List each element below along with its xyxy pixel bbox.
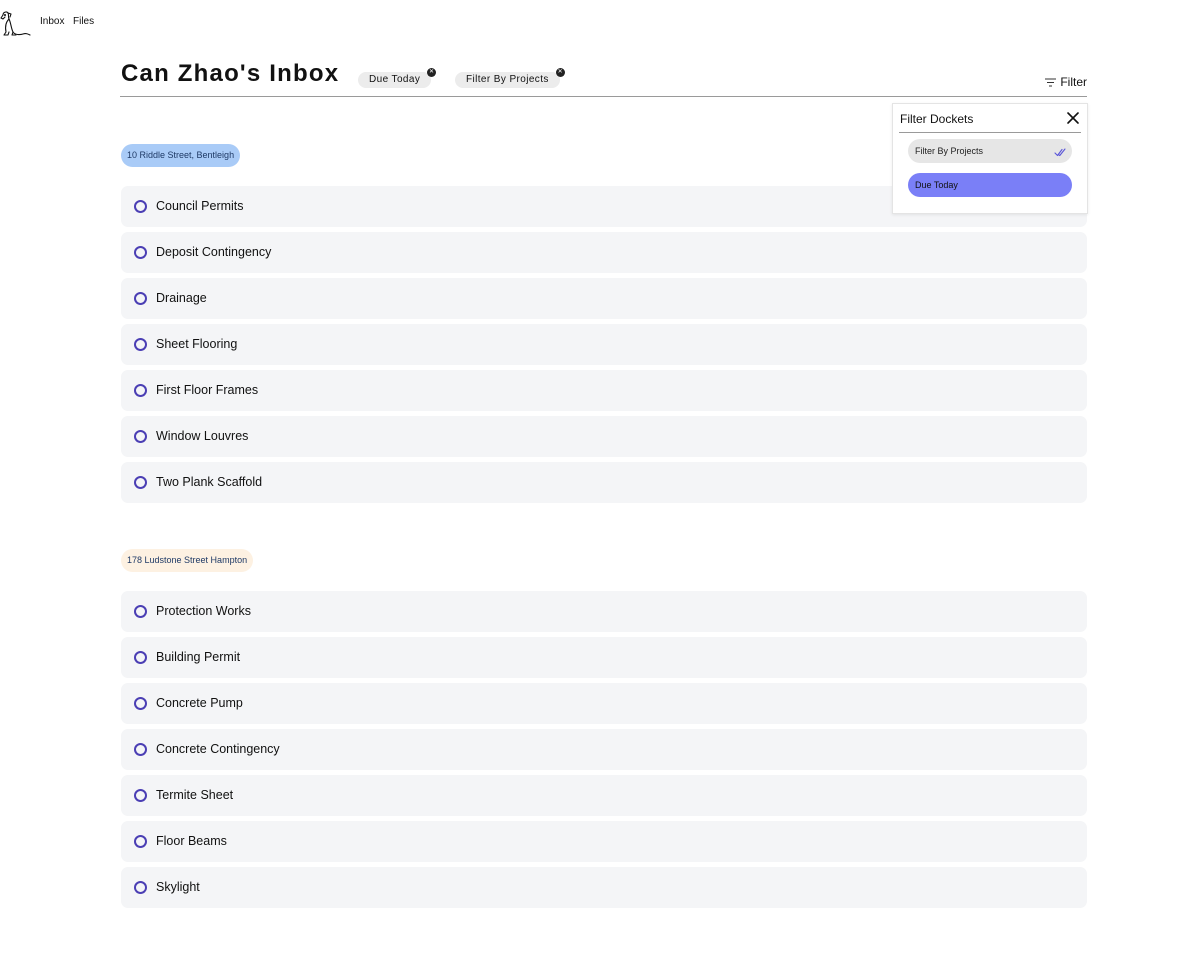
task-checkbox-icon[interactable] [134,697,147,710]
task-row[interactable]: Concrete Contingency [121,729,1087,770]
task-checkbox-icon[interactable] [134,881,147,894]
project-label[interactable]: 178 Ludstone Street Hampton [121,549,254,572]
task-checkbox-icon[interactable] [134,430,147,443]
double-check-icon [1054,144,1066,157]
chip-label: Due Today [369,74,421,85]
task-row[interactable]: Sheet Flooring [121,324,1087,365]
task-checkbox-icon[interactable] [134,743,147,756]
task-checkbox-icon[interactable] [134,338,147,351]
filter-lines-icon [1045,78,1057,86]
option-label: Due Today [915,180,958,190]
task-row[interactable]: Termite Sheet [121,775,1087,816]
task-title: Concrete Contingency [156,742,280,756]
task-title: Building Permit [156,650,241,664]
task-row[interactable]: Concrete Pump [121,683,1087,724]
task-checkbox-icon[interactable] [134,605,147,618]
due-today-chip[interactable]: Due Today ✕ [358,68,437,88]
task-title: Window Louvres [156,429,249,443]
task-title: Two Plank Scaffold [156,475,263,489]
task-title: Termite Sheet [156,788,234,802]
task-title: Drainage [156,291,207,305]
task-title: First Floor Frames [156,383,259,397]
task-checkbox-icon[interactable] [134,476,147,489]
task-row[interactable]: Drainage [121,278,1087,319]
task-checkbox-icon[interactable] [134,200,147,213]
task-list: Protection Works Building Permit Concret… [121,591,1087,913]
task-checkbox-icon[interactable] [134,384,147,397]
page-title: Can Zhao's Inbox [121,60,340,87]
task-list: Council Permits Deposit Contingency Drai… [121,186,1087,508]
nav-files-link[interactable]: Files [73,16,94,27]
task-row[interactable]: Skylight [121,867,1087,908]
task-title: Skylight [156,880,200,894]
task-checkbox-icon[interactable] [134,651,147,664]
remove-chip-icon[interactable]: ✕ [555,68,565,77]
task-title: Concrete Pump [156,696,243,710]
task-row[interactable]: Building Permit [121,637,1087,678]
task-row[interactable]: Two Plank Scaffold [121,462,1087,503]
panel-title: Filter Dockets [900,112,974,126]
option-due-today[interactable]: Due Today [908,173,1072,197]
task-row[interactable]: Deposit Contingency [121,232,1087,273]
chip-label: Filter By Projects [466,74,549,85]
task-checkbox-icon[interactable] [134,835,147,848]
task-checkbox-icon[interactable] [134,789,147,802]
task-row[interactable]: Protection Works [121,591,1087,632]
remove-chip-icon[interactable]: ✕ [427,68,437,77]
task-title: Council Permits [156,199,244,213]
option-filter-by-projects[interactable]: Filter By Projects [908,139,1072,163]
task-row[interactable]: Window Louvres [121,416,1087,457]
filter-dockets-panel: Filter Dockets Filter By Projects Due To… [892,103,1088,214]
filter-label: Filter [1060,75,1087,89]
task-row[interactable]: Floor Beams [121,821,1087,862]
task-title: Deposit Contingency [156,245,272,259]
task-checkbox-icon[interactable] [134,292,147,305]
panel-divider [899,132,1081,133]
task-checkbox-icon[interactable] [134,246,147,259]
filter-button[interactable]: Filter [1045,75,1087,89]
top-nav: Inbox Files [0,0,300,40]
task-title: Protection Works [156,604,251,618]
task-title: Sheet Flooring [156,337,238,351]
inbox-header: Can Zhao's Inbox Due Today ✕ Filter By P… [120,60,1087,97]
task-title: Floor Beams [156,834,227,848]
nav-inbox-link[interactable]: Inbox [40,16,64,27]
close-icon[interactable] [1066,111,1080,125]
option-label: Filter By Projects [915,146,984,156]
dog-logo-icon[interactable] [0,10,32,38]
project-label[interactable]: 10 Riddle Street, Bentleigh [121,144,241,167]
task-row[interactable]: First Floor Frames [121,370,1087,411]
filter-by-projects-chip[interactable]: Filter By Projects ✕ [455,68,565,88]
